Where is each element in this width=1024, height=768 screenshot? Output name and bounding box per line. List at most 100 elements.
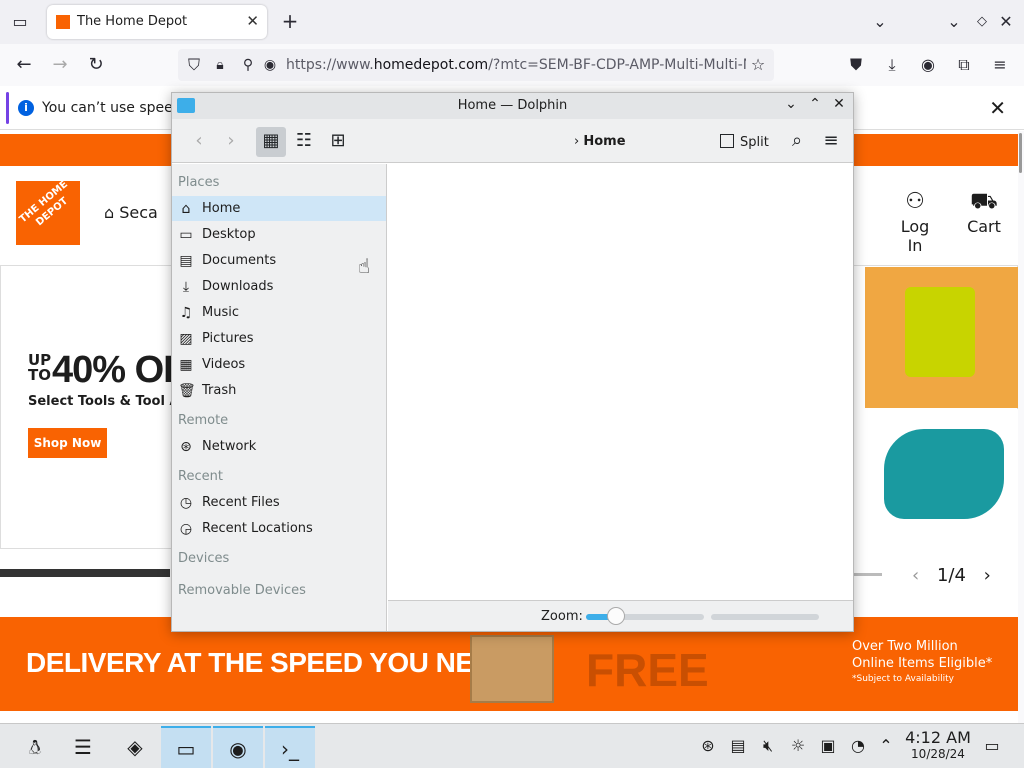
url-text[interactable]: https://www.homedepot.com/?mtc=SEM-BF-CD… [286, 57, 746, 73]
download-icon: ⤓ [182, 279, 190, 295]
home-depot-logo[interactable]: THE HOME DEPOT [16, 179, 80, 245]
places-item[interactable]: ⤓ Downloads [172, 274, 386, 299]
browser-tab-bar: ▭ The Home Depot ✕ + ⌄ ⌄ ◇ ✕ [0, 0, 1024, 44]
places-item[interactable]: ▤ Documents [172, 248, 386, 273]
tab-list-icon[interactable]: ▭ [10, 12, 30, 32]
discover-icon[interactable]: ◈ [110, 726, 160, 768]
blower-image [854, 409, 1018, 549]
url-path: /?mtc=SEM-BF-CDP-AMP-Multi-Multi-NA [488, 57, 746, 73]
plus-icon[interactable]: + [280, 11, 300, 31]
arrow-right-icon[interactable]: → [50, 55, 70, 75]
chevron-left-icon[interactable]: ‹ [912, 565, 919, 586]
documents-icon: ▤ [179, 253, 193, 269]
maximize-icon[interactable]: ◇ [972, 12, 992, 32]
url-bar[interactable]: ⛉ 🔒︎ ⚲ ◉ https://www.homedepot.com/?mtc=… [178, 49, 774, 81]
maximize-icon[interactable]: ⌃ [806, 96, 824, 112]
chevron-right-icon: › [574, 134, 584, 149]
breadcrumb-home[interactable]: Home [583, 134, 625, 149]
tab-title: The Home Depot [77, 14, 188, 29]
reload-icon[interactable]: ↻ [86, 55, 106, 75]
updates-icon[interactable]: ◔ [848, 736, 868, 755]
recent-locations-icon: ◶ [179, 521, 193, 537]
places-item[interactable]: ◶ Recent Locations [172, 516, 386, 541]
zoom-slider[interactable] [586, 614, 704, 620]
zoom-label: Zoom: [541, 609, 583, 624]
pocket-icon[interactable]: ⛊ [846, 55, 866, 75]
close-icon[interactable]: ✕ [830, 96, 848, 112]
places-item[interactable]: ⌂ Home [172, 196, 386, 221]
file-view[interactable] [388, 164, 853, 600]
star-icon[interactable]: ☆ [748, 55, 768, 75]
places-item[interactable]: ♫ Music [172, 300, 386, 325]
places-item[interactable]: ⊛ Network [172, 434, 386, 459]
firefox-icon[interactable]: ◉ [213, 726, 263, 768]
store-selector[interactable]: ⌂ Seca [104, 203, 158, 222]
drill-image [865, 267, 1018, 408]
page-scrollbar[interactable] [1018, 131, 1024, 723]
clipboard-icon[interactable]: ▤ [728, 736, 748, 755]
places-item[interactable]: 🗑︎ Trash [172, 378, 386, 403]
places-item[interactable]: ▦ Videos [172, 352, 386, 377]
home-icon: ⌂ [181, 201, 191, 217]
section-removable-devices: Removable Devices [178, 583, 306, 598]
volume-muted-icon[interactable]: 🔇︎ [758, 736, 778, 756]
places-item[interactable]: ▭ Desktop [172, 222, 386, 247]
box-image [470, 635, 554, 703]
lock-icon[interactable]: 🔒︎ [210, 55, 230, 75]
system-settings-icon[interactable]: ☰ [58, 726, 108, 768]
extensions-icon[interactable]: ⧉ [954, 55, 974, 75]
back-icon[interactable]: ‹ [184, 127, 214, 157]
compact-view-icon[interactable]: ☷ [289, 127, 319, 157]
clock-date[interactable]: 10/28/24 [900, 747, 976, 761]
section-recent: Recent [178, 469, 223, 484]
shield-icon[interactable]: ⛉ [184, 55, 204, 75]
permissions-icon[interactable]: ⚲ [238, 55, 258, 75]
split-icon [720, 134, 734, 148]
chevron-down-icon[interactable]: ⌄ [870, 12, 890, 32]
breadcrumb[interactable]: › Home [574, 134, 626, 149]
details-view-icon[interactable]: ⊞ [323, 127, 353, 157]
cart-button[interactable]: ⛟ Cart [966, 187, 1002, 236]
storage-icon[interactable]: ▣ [818, 736, 838, 755]
places-item[interactable]: ▨ Pictures [172, 326, 386, 351]
close-tab-icon[interactable]: ✕ [246, 12, 259, 30]
scrollbar-thumb[interactable] [1019, 133, 1022, 173]
store-icon: ⌂ [104, 203, 120, 222]
forward-icon[interactable]: › [216, 127, 246, 157]
location-icon[interactable]: ◉ [260, 55, 280, 75]
hamburger-icon[interactable]: ≡ [990, 55, 1010, 75]
minimize-icon[interactable]: ⌄ [782, 96, 800, 112]
browser-tab[interactable]: The Home Depot ✕ [47, 5, 267, 39]
hamburger-icon[interactable]: ≡ [816, 127, 846, 157]
search-icon[interactable]: ⌕ [782, 127, 812, 157]
close-window-icon[interactable]: ✕ [996, 12, 1016, 32]
terminal-icon[interactable]: ›_ [265, 726, 315, 768]
account-icon[interactable]: ◉ [918, 55, 938, 75]
minimize-icon[interactable]: ⌄ [944, 12, 964, 32]
places-item[interactable]: ◷ Recent Files [172, 490, 386, 515]
close-icon[interactable]: ✕ [989, 96, 1006, 120]
icons-view-icon[interactable]: ▦ [256, 127, 286, 157]
dolphin-icon[interactable]: ▭ [161, 726, 211, 768]
carousel-pager: ‹ 1/4 › [912, 565, 991, 586]
home-depot-favicon [56, 15, 70, 29]
login-label: Log In [900, 217, 930, 255]
music-icon: ♫ [179, 305, 193, 321]
split-button[interactable]: Split [720, 134, 769, 150]
arrow-left-icon[interactable]: ← [14, 55, 34, 75]
network-icon[interactable]: ⊛ [698, 736, 718, 755]
show-desktop-icon[interactable]: ▭ [982, 736, 1002, 755]
clock-time[interactable]: 4:12 AM [900, 728, 976, 747]
application-launcher-icon[interactable]: 🐧︎ [10, 726, 60, 768]
brightness-icon[interactable]: ☼ [788, 736, 808, 755]
info-icon: i [18, 100, 34, 116]
screen: ▭ The Home Depot ✕ + ⌄ ⌄ ◇ ✕ ← → ↻ ⛉ 🔒︎ … [0, 0, 1024, 768]
download-icon[interactable]: ⤓ [882, 55, 902, 75]
shop-now-button[interactable]: Shop Now [28, 428, 107, 458]
free-label: FREE [586, 644, 709, 696]
login-button[interactable]: ⚇ Log In [892, 187, 938, 255]
chevron-right-icon[interactable]: › [984, 565, 991, 586]
zoom-slider-handle[interactable] [606, 607, 625, 625]
tray-expand-icon[interactable]: ⌃ [876, 736, 896, 755]
dolphin-titlebar[interactable]: Home — Dolphin ⌄ ⌃ ✕ [172, 93, 853, 119]
